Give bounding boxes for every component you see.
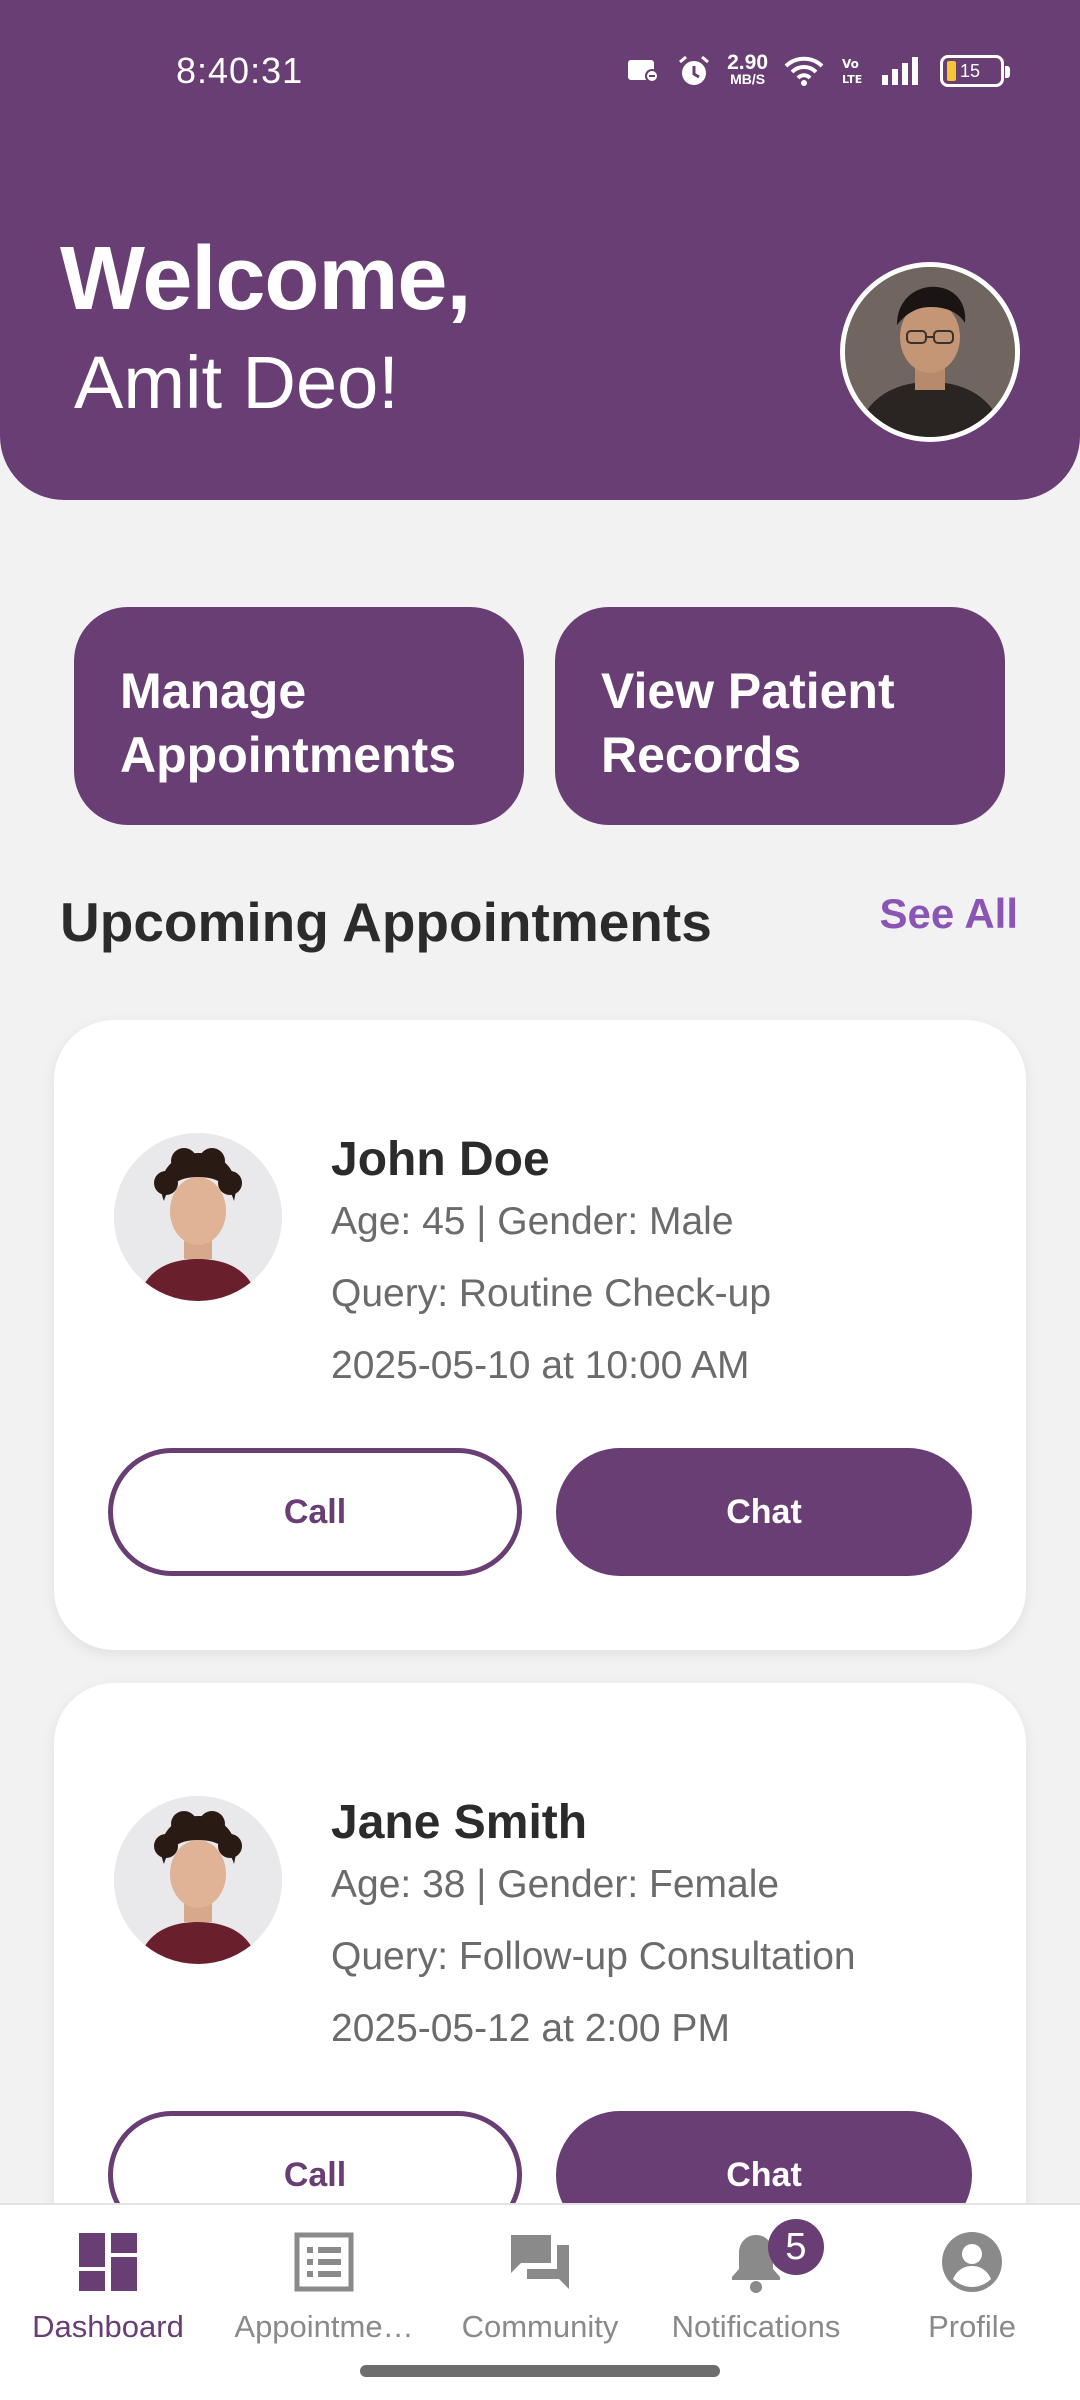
patient-info: Age: 38 | Gender: Female: [331, 1863, 780, 1906]
nav-label: Community: [461, 2309, 619, 2344]
see-all-link[interactable]: See All: [879, 890, 1018, 938]
nav-label: Dashboard: [32, 2309, 184, 2344]
patient-query: Query: Routine Check-up: [331, 1272, 772, 1315]
wifi-icon: [784, 55, 824, 87]
view-patient-records-line2: Records: [601, 727, 802, 783]
network-speed: 2.90 MB/S: [727, 51, 768, 88]
patient-name: Jane Smith: [331, 1796, 588, 1849]
call-button[interactable]: Call: [108, 1448, 522, 1576]
manage-appointments-button[interactable]: Manage Appointments: [74, 607, 524, 825]
nav-community[interactable]: Community: [432, 2229, 648, 2359]
profile-avatar[interactable]: [840, 262, 1020, 442]
patient-photo: [114, 1133, 282, 1301]
card-icon: [627, 57, 661, 85]
chat-bubbles-icon: [511, 2235, 569, 2289]
manage-appointments-line2: Appointments: [120, 727, 457, 783]
status-icons: 2.90 MB/S Vo LTE 15: [627, 48, 1010, 94]
battery-icon: 15: [940, 55, 1010, 87]
svg-text:Vo: Vo: [842, 57, 859, 71]
appointment-datetime: 2025-05-12 at 2:00 PM: [331, 2007, 730, 2050]
dashboard-icon: [79, 2233, 137, 2291]
net-speed-unit: MB/S: [730, 71, 766, 87]
nav-dashboard[interactable]: Dashboard: [0, 2229, 216, 2359]
home-indicator[interactable]: [360, 2365, 720, 2377]
net-speed-value: 2.90: [727, 51, 768, 74]
battery-level: 15: [960, 60, 981, 81]
nav-label: Notifications: [671, 2309, 841, 2344]
section-title: Upcoming Appointments: [60, 891, 712, 953]
nav-label: Profile: [928, 2309, 1016, 2344]
patient-photo: [114, 1796, 282, 1964]
nav-notifications[interactable]: 5 Notifications: [648, 2219, 864, 2359]
view-patient-records-button[interactable]: View Patient Records: [555, 607, 1005, 825]
patient-info: Age: 45 | Gender: Male: [331, 1200, 734, 1243]
patient-query: Query: Follow-up Consultation: [331, 1935, 856, 1978]
notification-badge: 5: [768, 2219, 824, 2275]
status-bar: 8:40:31 2.90 MB/S Vo LTE 15: [0, 0, 1080, 150]
appointment-datetime: 2025-05-10 at 10:00 AM: [331, 1344, 750, 1387]
svg-text:LTE: LTE: [842, 73, 862, 86]
nav-appointments[interactable]: Appointme…: [216, 2229, 432, 2359]
nav-label: Appointme…: [234, 2309, 414, 2344]
nav-profile[interactable]: Profile: [864, 2229, 1080, 2359]
signal-icon: [880, 55, 924, 87]
header-banner: 8:40:31 2.90 MB/S Vo LTE 15 Welcome, Ami…: [0, 0, 1080, 500]
manage-appointments-line1: Manage: [120, 663, 307, 719]
list-icon: [294, 2232, 354, 2292]
patient-name: John Doe: [331, 1133, 550, 1186]
volte-icon: Vo LTE: [840, 55, 864, 87]
chat-button[interactable]: Chat: [556, 1448, 972, 1576]
status-time: 8:40:31: [176, 50, 304, 91]
alarm-icon: [677, 54, 711, 88]
user-name: Amit Deo!: [74, 341, 399, 424]
welcome-heading: Welcome,: [60, 229, 471, 329]
account-circle-icon: [942, 2232, 1002, 2292]
view-patient-records-line1: View Patient: [601, 663, 895, 719]
appointment-card: John Doe Age: 45 | Gender: Male Query: R…: [54, 1020, 1026, 1650]
